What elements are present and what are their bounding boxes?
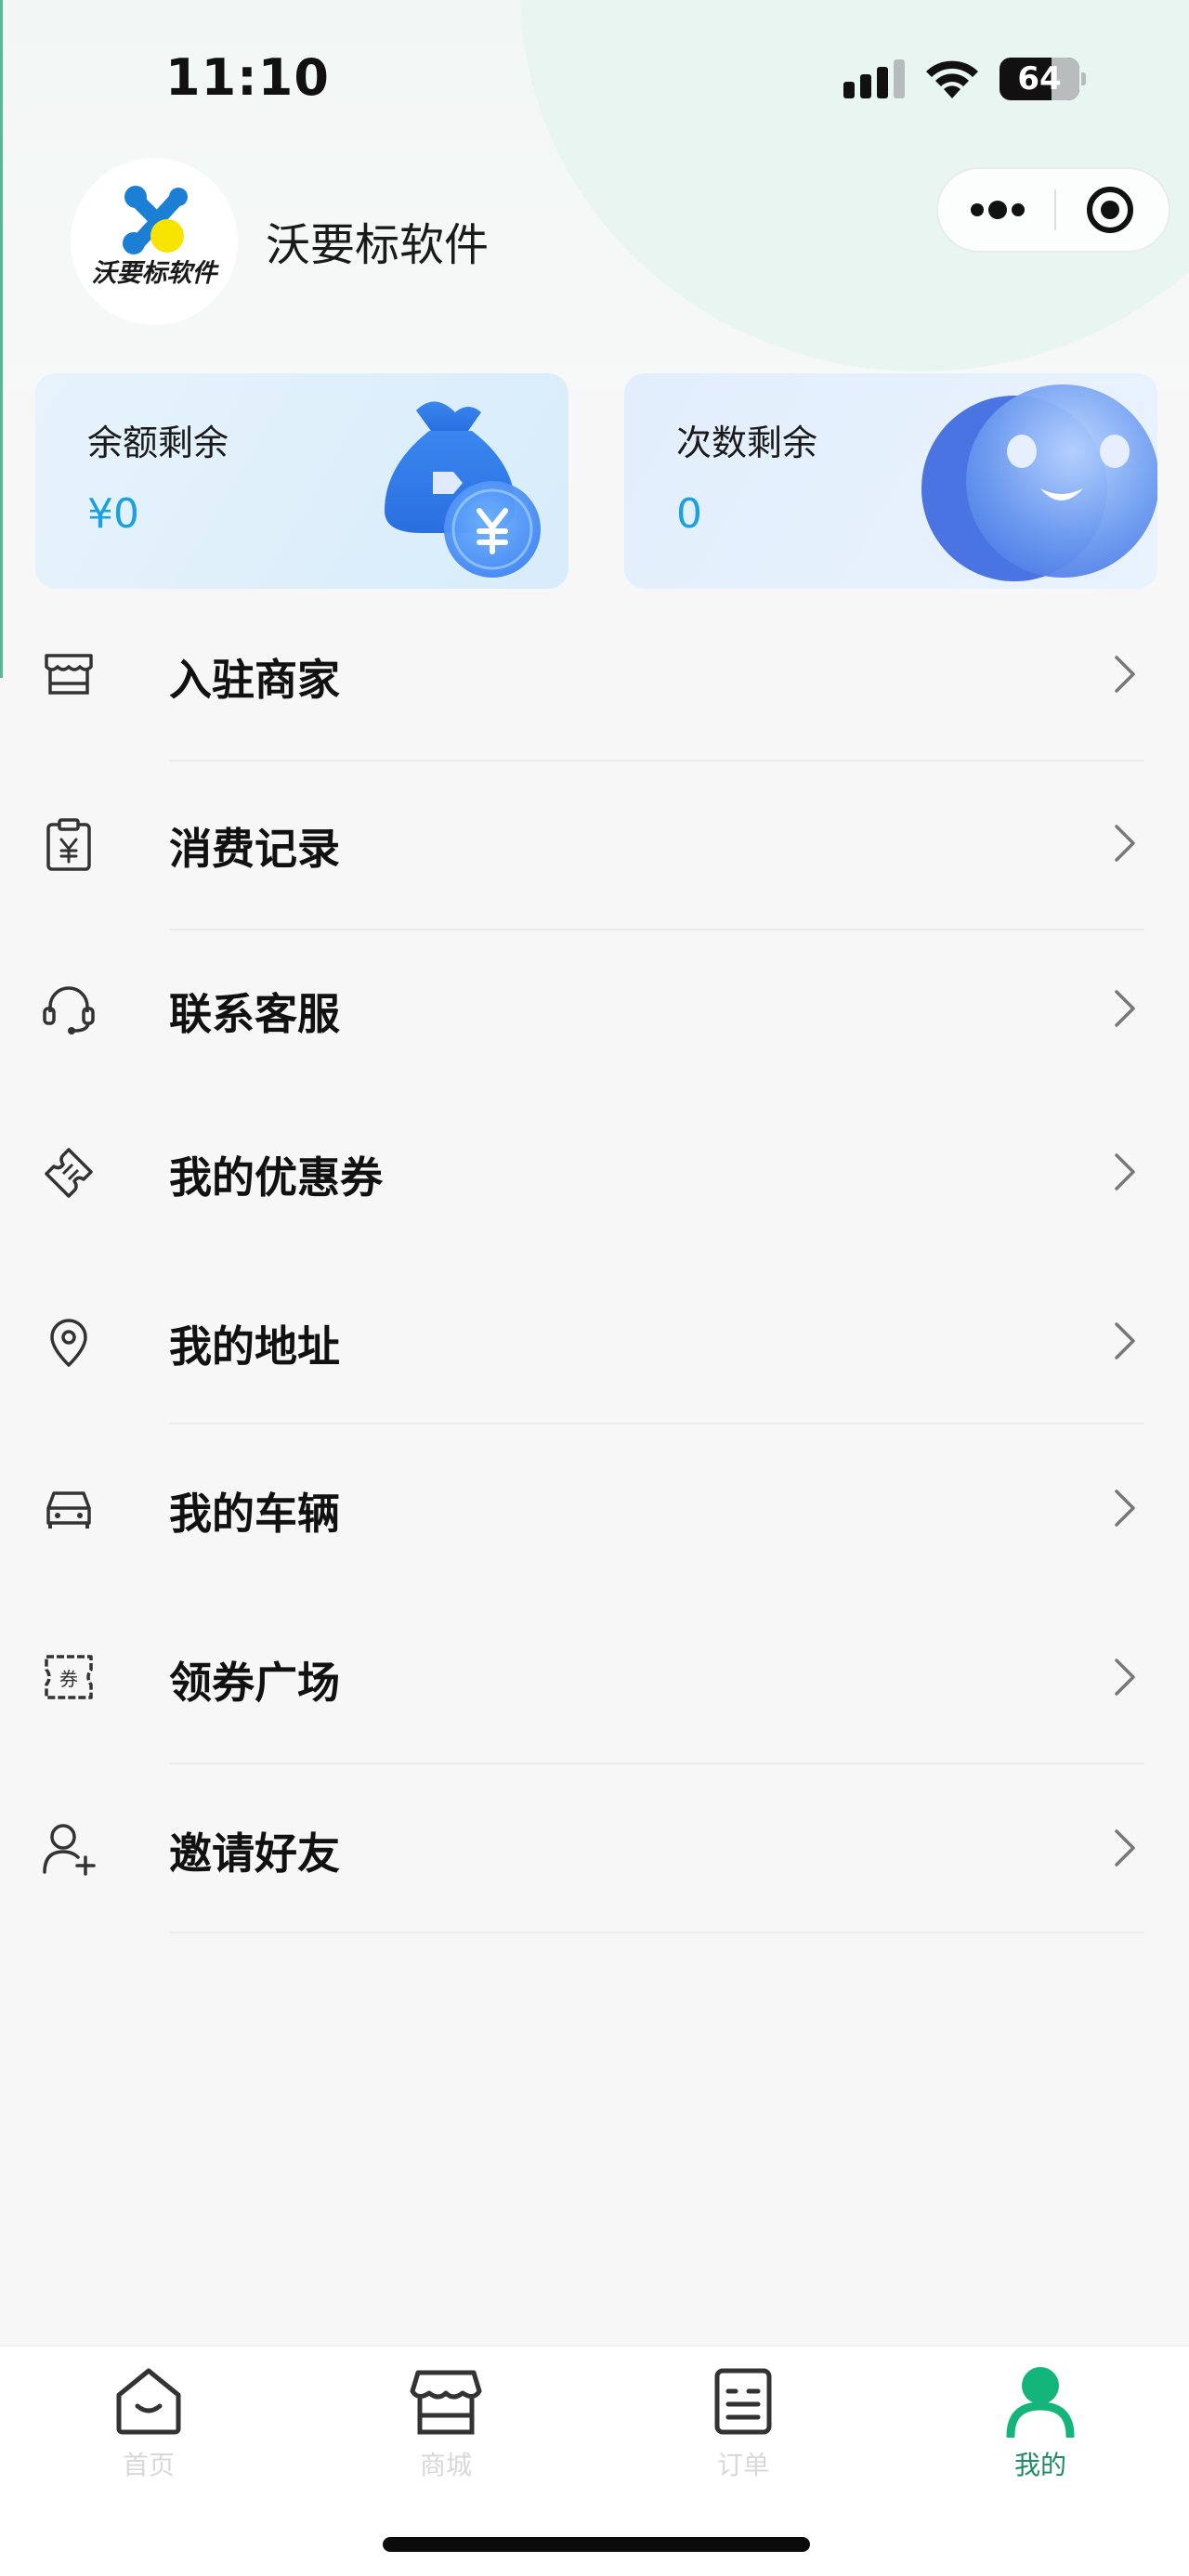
tab-shop[interactable]: 商城 (297, 2347, 594, 2504)
menu-item-consumption-records[interactable]: 消费记录 (0, 761, 1189, 930)
order-icon (714, 2368, 772, 2435)
menu-item-coupon-plaza[interactable]: 券 领券广场 (0, 1594, 1189, 1763)
menu-label: 我的车辆 (169, 1489, 340, 1539)
tab-label: 订单 (716, 2450, 769, 2480)
profile-icon (1006, 2367, 1075, 2438)
menu-item-customer-service[interactable]: 联系客服 (0, 930, 1189, 1099)
menu-item-merchant[interactable]: 入驻商家 (0, 591, 1189, 760)
avatar[interactable]: 沃要标软件 (71, 158, 238, 325)
receipt-icon (46, 818, 91, 871)
tab-home[interactable]: 首页 (0, 2347, 297, 2504)
add-user-icon (43, 1824, 96, 1876)
menu-label: 联系客服 (169, 989, 340, 1039)
menu-divider (169, 1932, 1144, 1933)
count-value: 0 (676, 490, 702, 538)
chevron-right-icon (1115, 990, 1135, 1027)
profile-screen: 11:10 64 沃要标软件 沃要标软件 余额剩余 ¥0 次数剩余 0 入驻商家… (0, 0, 1189, 2576)
ticket-icon (45, 1148, 93, 1198)
chevron-right-icon (1115, 1322, 1135, 1360)
headset-icon (43, 986, 95, 1034)
menu-label: 邀请好友 (169, 1828, 340, 1879)
car-icon (46, 1491, 91, 1529)
menu-label: 我的优惠券 (169, 1152, 383, 1203)
chevron-right-icon (1115, 1153, 1135, 1190)
signal-icon (843, 59, 905, 98)
more-icon[interactable] (938, 169, 1054, 251)
chevron-right-icon (1115, 825, 1135, 862)
app-name: 沃要标软件 (266, 219, 490, 271)
mini-program-capsule (936, 167, 1170, 253)
location-pin-icon (50, 1319, 87, 1367)
store-icon (45, 654, 93, 695)
tab-profile[interactable]: 我的 (892, 2347, 1189, 2504)
battery-body: 64 (1000, 58, 1079, 100)
balance-value: ¥0 (87, 490, 139, 538)
chevron-right-icon (1115, 1659, 1135, 1696)
shop-icon (410, 2370, 482, 2435)
chevron-right-icon (1115, 656, 1135, 693)
balance-card[interactable]: 余额剩余 ¥0 (35, 373, 568, 589)
count-card[interactable]: 次数剩余 0 (624, 373, 1157, 589)
home-icon (116, 2368, 181, 2435)
home-indicator[interactable] (383, 2537, 810, 2552)
count-label: 次数剩余 (676, 423, 818, 463)
menu-label: 我的地址 (169, 1321, 340, 1372)
menu-label: 入驻商家 (169, 655, 340, 705)
money-bag-icon (385, 401, 541, 578)
wifi-icon (926, 60, 978, 98)
smiley-bubble-icon (921, 384, 1157, 581)
tab-label: 首页 (122, 2450, 175, 2480)
battery-nub (1081, 72, 1086, 85)
battery-level: 64 (1017, 60, 1062, 98)
tab-orders[interactable]: 订单 (594, 2347, 892, 2504)
menu-item-my-coupons[interactable]: 我的优惠券 (0, 1096, 1189, 1265)
menu-label: 领券广场 (169, 1658, 340, 1708)
menu-item-invite-friends[interactable]: 邀请好友 (0, 1764, 1189, 1933)
status-bar: 11:10 64 (0, 0, 1189, 158)
coupon-icon-text: 券 (59, 1668, 78, 1690)
logo-icon (123, 186, 188, 254)
balance-label: 余额剩余 (87, 423, 229, 463)
menu-item-my-vehicles[interactable]: 我的车辆 (0, 1425, 1189, 1594)
battery-icon: 64 (1000, 58, 1086, 100)
menu-item-my-address[interactable]: 我的地址 (0, 1263, 1189, 1432)
tab-label: 商城 (419, 2450, 472, 2480)
chevron-right-icon (1115, 1829, 1135, 1867)
logo-text: 沃要标软件 (91, 259, 217, 288)
menu-label: 消费记录 (169, 824, 340, 874)
chevron-right-icon (1115, 1490, 1135, 1527)
tab-label: 我的 (1013, 2450, 1066, 2480)
target-icon[interactable] (1056, 169, 1169, 251)
status-time: 11:10 (165, 48, 330, 107)
